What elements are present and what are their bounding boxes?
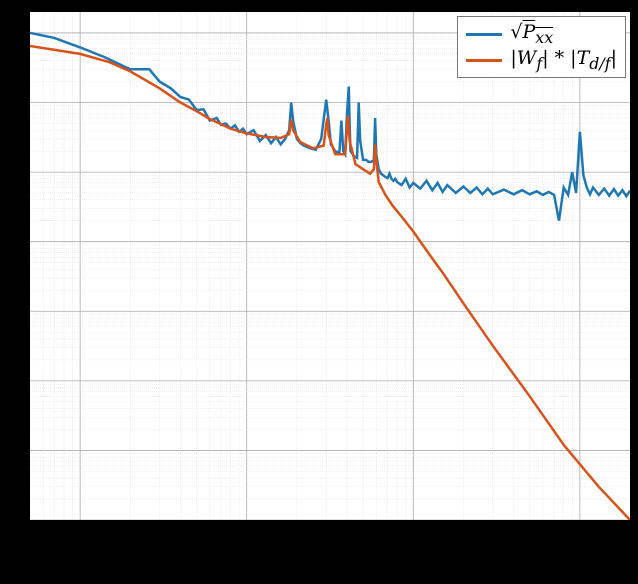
plot-area: √Pxx |Wf| * |Td/f| <box>28 10 632 522</box>
series-|W_f|*|T_{d/f}| <box>30 46 630 520</box>
legend-entry-wf: |Wf| * |Td/f| <box>466 47 617 73</box>
legend-label-pxx: √Pxx <box>510 21 553 47</box>
legend-swatch-wf <box>466 59 502 62</box>
legend-entry-pxx: √Pxx <box>466 21 617 47</box>
series-layer <box>30 12 630 520</box>
legend-swatch-pxx <box>466 33 502 36</box>
legend: √Pxx |Wf| * |Td/f| <box>457 16 626 78</box>
legend-label-wf: |Wf| * |Td/f| <box>510 47 617 73</box>
